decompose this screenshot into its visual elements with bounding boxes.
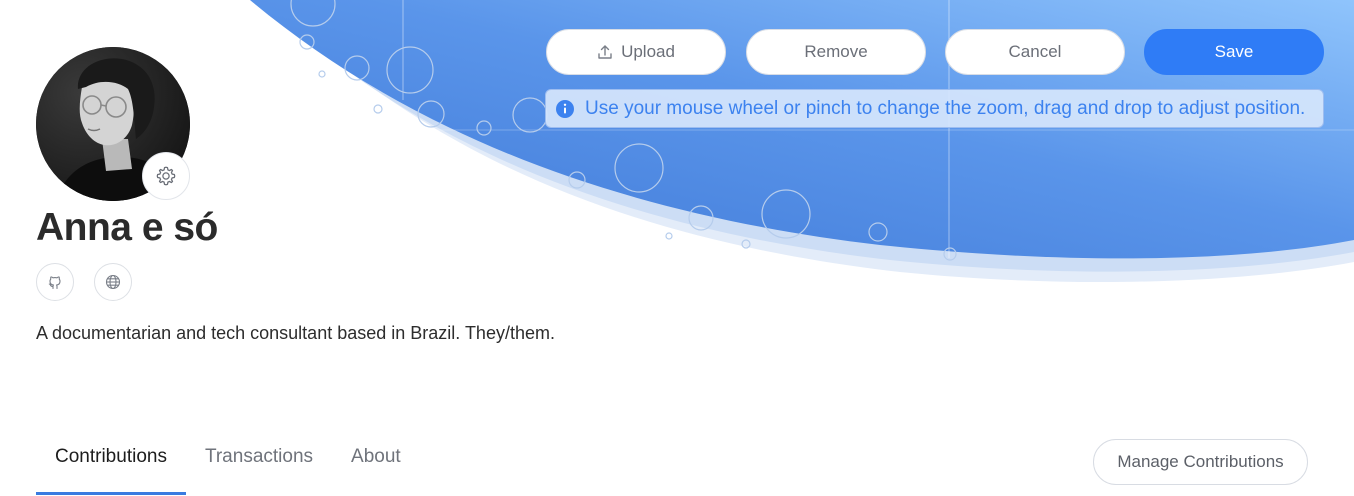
profile-bio: A documentarian and tech consultant base…: [36, 323, 555, 343]
save-button[interactable]: Save: [1144, 29, 1324, 75]
manage-contributions-label: Manage Contributions: [1117, 452, 1284, 471]
save-label: Save: [1214, 42, 1254, 61]
tab-about[interactable]: About: [332, 432, 420, 494]
profile-name: Anna e só: [36, 206, 218, 249]
upload-icon: [598, 45, 612, 59]
tab-transactions[interactable]: Transactions: [186, 432, 332, 494]
cover-position-hint: Use your mouse wheel or pinch to change …: [545, 89, 1324, 128]
gear-icon: [156, 166, 176, 186]
upload-label: Upload: [621, 42, 675, 61]
hint-text: Use your mouse wheel or pinch to change …: [585, 97, 1306, 119]
remove-label: Remove: [804, 42, 868, 61]
tab-contributions[interactable]: Contributions: [36, 432, 186, 495]
avatar-settings-button[interactable]: [142, 152, 190, 200]
manage-contributions-button[interactable]: Manage Contributions: [1093, 439, 1308, 485]
profile-tabs: Contributions Transactions About: [36, 432, 420, 496]
info-icon: [556, 99, 574, 118]
globe-icon: [105, 274, 121, 290]
profile-page: Upload Remove Cancel Save Use your mouse…: [0, 0, 1354, 496]
remove-button[interactable]: Remove: [746, 29, 926, 75]
website-link[interactable]: [94, 263, 132, 301]
cancel-label: Cancel: [1008, 42, 1062, 61]
upload-button[interactable]: Upload: [546, 29, 726, 75]
cancel-button[interactable]: Cancel: [945, 29, 1125, 75]
github-link[interactable]: [36, 263, 74, 301]
github-icon: [48, 276, 61, 290]
avatar-container: [36, 47, 190, 201]
